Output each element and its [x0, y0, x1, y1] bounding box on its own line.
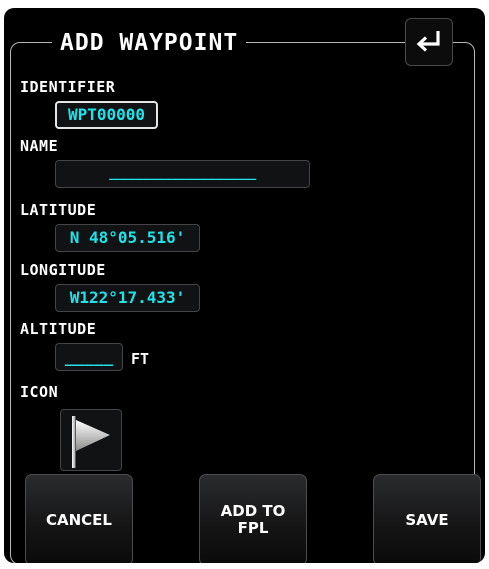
save-button[interactable]: SAVE: [373, 474, 481, 563]
waypoint-screen: ADD WAYPOINT IDENTIFIER WPT00000 NAME __…: [4, 8, 485, 563]
longitude-label: LONGITUDE: [20, 261, 106, 279]
name-field[interactable]: ____________________: [55, 160, 310, 188]
enter-return-icon: [416, 31, 440, 52]
waypoint-icon-button[interactable]: [60, 409, 122, 471]
name-label: NAME: [20, 137, 59, 155]
latitude-field[interactable]: N 48°05.516': [55, 224, 200, 252]
identifier-field[interactable]: WPT00000: [55, 101, 158, 129]
longitude-field[interactable]: W122°17.433': [55, 284, 200, 312]
cancel-button[interactable]: CANCEL: [25, 474, 133, 563]
altitude-field[interactable]: _____: [55, 343, 123, 371]
cancel-button-label: CANCEL: [46, 510, 112, 529]
add-to-fpl-button-label: ADD TO FPL: [220, 502, 286, 537]
enter-button[interactable]: [405, 18, 453, 66]
icon-label: ICON: [20, 383, 59, 401]
page-title: ADD WAYPOINT: [52, 28, 247, 58]
flag-icon: [72, 416, 110, 468]
altitude-label: ALTITUDE: [20, 320, 97, 338]
latitude-label: LATITUDE: [20, 201, 97, 219]
altitude-unit: FT: [131, 350, 150, 368]
add-to-fpl-button[interactable]: ADD TO FPL: [199, 474, 307, 563]
identifier-label: IDENTIFIER: [20, 78, 116, 96]
save-button-label: SAVE: [405, 510, 449, 529]
